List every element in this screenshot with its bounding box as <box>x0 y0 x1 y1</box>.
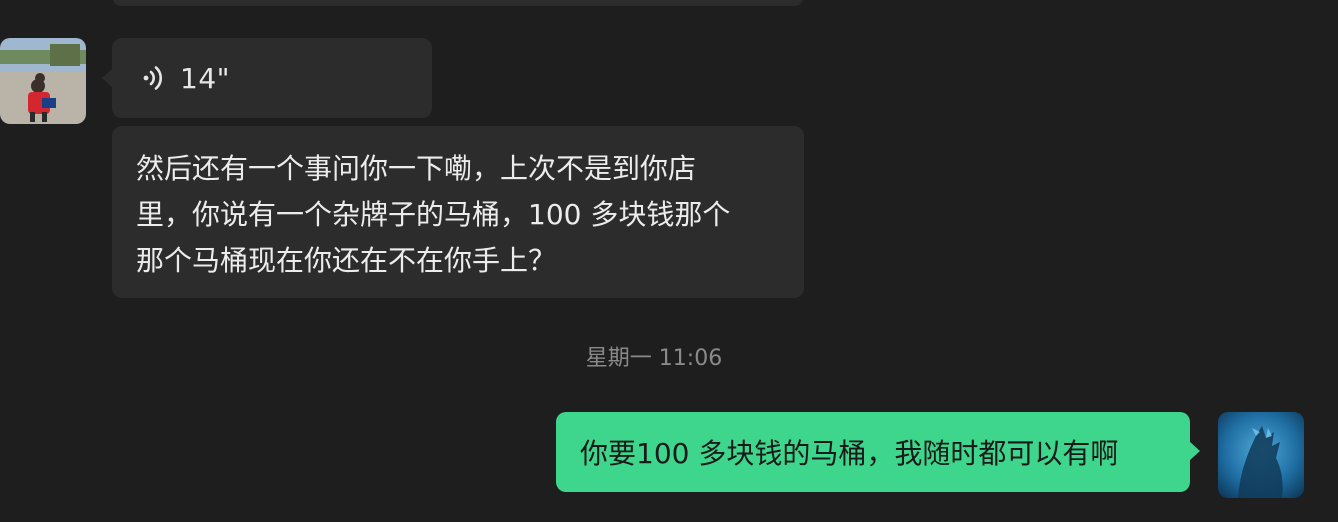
incoming-text-message[interactable]: 然后还有一个事问你一下嘞，上次不是到你店 里，你说有一个杂牌子的马桶，100 多… <box>112 126 804 298</box>
contact-avatar-image <box>0 38 86 124</box>
outgoing-text-message[interactable]: 你要100 多块钱的马桶，我随时都可以有啊 <box>556 412 1190 492</box>
chat-window: 14" 然后还有一个事问你一下嘞，上次不是到你店 里，你说有一个杂牌子的马桶，1… <box>0 0 1338 522</box>
outgoing-message-text: 你要100 多块钱的马桶，我随时都可以有啊 <box>580 437 1119 470</box>
message-timestamp: 星期一 11:06 <box>585 346 723 371</box>
voice-message-bubble[interactable]: 14" <box>112 38 432 118</box>
contact-avatar[interactable] <box>0 38 86 124</box>
voice-wave-icon <box>143 66 163 90</box>
message-line: 然后还有一个事问你一下嘞，上次不是到你店 <box>136 152 697 185</box>
previous-message-bubble[interactable] <box>112 0 804 6</box>
outgoing-bubble-tail <box>1189 441 1200 461</box>
message-line: 那个马桶现在你还在不在你手上？ <box>136 244 557 277</box>
self-avatar[interactable] <box>1218 412 1304 498</box>
self-avatar-image <box>1218 412 1304 498</box>
message-line: 里，你说有一个杂牌子的马桶，100 多块钱那个 <box>136 198 731 231</box>
voice-duration: 14" <box>180 61 231 95</box>
